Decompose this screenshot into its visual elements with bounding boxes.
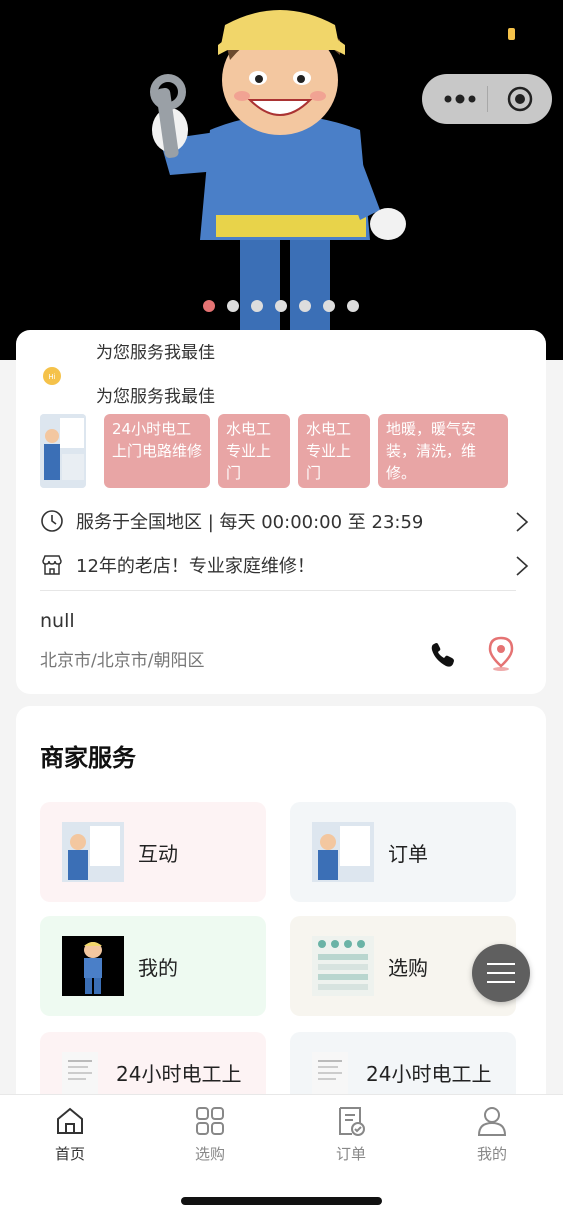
carousel-dot[interactable] xyxy=(251,300,263,312)
slogan-row[interactable]: 12年的老店！专业家庭维修！ xyxy=(40,550,530,580)
merchant-services-card: 商家服务 互动 订单 我的 选购 24小时电工上 24小时电工上 xyxy=(16,706,546,1126)
notice-bar[interactable]: Hi 为您服务我最佳 为您服务我最佳 xyxy=(40,344,530,404)
shop-name: null xyxy=(40,610,75,632)
home-icon xyxy=(57,1107,83,1134)
chevron-right-icon xyxy=(516,556,529,576)
more-icon[interactable] xyxy=(440,90,490,108)
shop-thumbnail[interactable] xyxy=(40,414,86,488)
tile-image xyxy=(62,822,124,882)
home-indicator xyxy=(181,1197,382,1205)
notice-text: 为您服务我最佳 xyxy=(96,387,215,404)
close-target-icon[interactable] xyxy=(506,85,534,113)
carousel-dot[interactable] xyxy=(299,300,311,312)
carousel-dot[interactable] xyxy=(347,300,359,312)
notice-text: 为您服务我最佳 xyxy=(96,344,215,363)
carousel-dot[interactable] xyxy=(203,300,215,312)
worker-illustration xyxy=(150,10,406,330)
business-hours-text: 服务于全国地区 | 每天 00:00:00 至 23:59 xyxy=(76,512,424,533)
service-tile-interact[interactable]: 互动 xyxy=(40,802,266,902)
carousel-dot[interactable] xyxy=(227,300,239,312)
tab-label: 我的 xyxy=(476,1145,507,1163)
battery-indicator xyxy=(508,28,515,40)
tile-label: 我的 xyxy=(138,956,178,980)
menu-line xyxy=(487,972,515,974)
svg-text:Hi: Hi xyxy=(48,373,55,381)
tab-label: 选购 xyxy=(194,1145,225,1163)
service-tile-mine[interactable]: 我的 xyxy=(40,916,266,1016)
carousel-dot[interactable] xyxy=(323,300,335,312)
service-tag[interactable]: 水电工专业上门 xyxy=(218,414,290,488)
tile-image xyxy=(312,822,374,882)
location-icon[interactable] xyxy=(486,636,516,672)
grid-icon xyxy=(196,1107,224,1135)
order-icon xyxy=(339,1107,365,1136)
tile-image xyxy=(62,936,124,996)
store-icon xyxy=(42,555,62,575)
chevron-right-icon xyxy=(516,512,529,532)
floating-menu-button[interactable] xyxy=(472,944,530,1002)
tab-mine[interactable]: 我的 xyxy=(452,1105,532,1164)
tab-orders[interactable]: 订单 xyxy=(311,1105,391,1164)
service-tile-orders[interactable]: 订单 xyxy=(290,802,516,902)
service-tag[interactable]: 24小时电工上门电路维修 xyxy=(104,414,210,488)
hero-banner[interactable] xyxy=(0,0,563,360)
shop-address: 北京市/北京市/朝阳区 xyxy=(40,651,205,671)
user-icon xyxy=(477,1107,507,1136)
service-tag[interactable]: 地暖，暖气安装，清洗，维修。 xyxy=(378,414,508,488)
tab-label: 订单 xyxy=(335,1145,366,1163)
tile-label: 互动 xyxy=(138,842,178,866)
tab-shop[interactable]: 选购 xyxy=(170,1105,250,1164)
section-title: 商家服务 xyxy=(40,744,136,772)
phone-icon[interactable] xyxy=(428,640,458,670)
menu-line xyxy=(487,981,515,983)
megaphone-icon: Hi xyxy=(43,367,61,385)
tile-label: 订单 xyxy=(388,842,428,866)
shop-info-card: Hi 为您服务我最佳 为您服务我最佳 24小时电工上门电路维修 水电工专业上门 … xyxy=(16,330,546,694)
carousel-dot[interactable] xyxy=(275,300,287,312)
tab-home[interactable]: 首页 xyxy=(30,1105,110,1164)
tile-image xyxy=(312,936,374,996)
service-tag[interactable]: 水电工专业上门 xyxy=(298,414,370,488)
business-hours-row[interactable]: 服务于全国地区 | 每天 00:00:00 至 23:59 xyxy=(40,506,530,536)
clock-icon xyxy=(41,510,63,532)
tags-row: 24小时电工上门电路维修 水电工专业上门 水电工专业上门 地暖，暖气安装，清洗，… xyxy=(40,414,530,488)
menu-line xyxy=(487,963,515,965)
capsule-divider xyxy=(487,86,488,112)
mini-program-capsule[interactable] xyxy=(422,74,552,124)
slogan-text: 12年的老店！专业家庭维修！ xyxy=(76,556,315,577)
tile-label: 选购 xyxy=(388,956,428,980)
tab-label: 首页 xyxy=(54,1145,85,1163)
divider xyxy=(40,590,516,591)
carousel-dots xyxy=(203,300,359,312)
